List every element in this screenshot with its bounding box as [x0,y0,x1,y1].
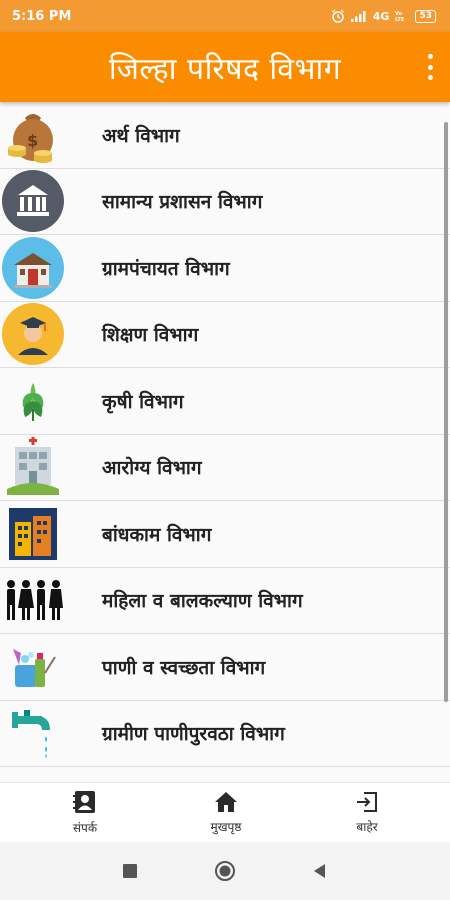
cleaning-supplies-icon [0,634,66,700]
hospital-icon [0,434,66,500]
list-item-water-sanitation[interactable]: पाणी व स्वच्छता विभाग [0,634,450,701]
svg-text:LTE: LTE [395,17,405,22]
list-item-health[interactable]: आरोग्य विभाग [0,434,450,501]
battery-indicator: 53 [415,9,436,23]
alarm-icon [331,9,344,23]
list-scrollbar[interactable] [444,122,448,702]
list-item-label: ग्रामीण पाणीपुरवठा विभाग [102,723,285,746]
list-item-gram-panchayat[interactable]: ग्रामपंचायत विभाग [0,235,450,302]
list-item-label: पाणी व स्वच्छता विभाग [102,656,266,679]
list-item-rural-water-supply[interactable]: ग्रामीण पाणीपुरवठा विभाग [0,700,450,767]
list-item-finance[interactable]: $ अर्थ विभाग [0,102,450,169]
bottom-navigation: संपर्क मुखपृष्ठ बाहेर [0,782,450,842]
list-item-general-administration[interactable]: सामान्य प्रशासन विभाग [0,168,450,235]
buildings-icon [0,501,66,567]
list-item-label: शिक्षण विभाग [102,324,199,347]
overflow-menu-icon[interactable] [424,54,436,80]
contact-card-icon [73,791,95,813]
status-icons: 4G Vo LTE 53 [331,9,436,23]
volte-icon: Vo LTE [395,11,405,22]
back-icon[interactable] [312,863,328,879]
list-item-label: आरोग्य विभाग [102,457,202,480]
nav-home-label: मुखपृष्ठ [210,820,242,834]
nav-contact-button[interactable]: संपर्क [40,783,130,842]
water-tap-icon [0,700,66,766]
nav-contact-label: संपर्क [72,821,98,835]
list-item-label: सामान्य प्रशासन विभाग [102,191,263,214]
page-title: जिल्हा परिषद विभाग [108,51,342,87]
signal-icon [350,11,366,22]
app-bar: जिल्हा परिषद विभाग [0,32,450,102]
list-item-women-child-welfare[interactable]: महिला व बालकल्याण विभाग [0,567,450,634]
status-time: 5:16 PM [12,8,72,24]
bank-building-icon [0,168,66,234]
status-bar: 5:16 PM 4G Vo LTE 53 [0,0,450,32]
list-item-agriculture[interactable]: कृषी विभाग [0,368,450,435]
list-item-label: बांधकाम विभाग [102,523,212,546]
plant-icon [0,368,66,434]
svg-text:$: $ [27,131,38,150]
exit-icon [357,792,377,812]
list-item-partial[interactable] [0,767,450,782]
village-office-icon [0,235,66,301]
department-list[interactable]: $ अर्थ विभाग सामान्य प्रशासन विभाग ग्राम… [0,102,450,782]
recent-apps-icon[interactable] [122,863,138,879]
home-circle-icon[interactable] [214,860,236,882]
list-item-label: ग्रामपंचायत विभाग [102,257,230,280]
home-icon [215,792,237,812]
nav-exit-label: बाहेर [356,820,378,834]
nav-exit-button[interactable]: बाहेर [322,783,412,842]
list-item-construction[interactable]: बांधकाम विभाग [0,501,450,568]
network-type: 4G [372,9,390,23]
list-item-label: महिला व बालकल्याण विभाग [102,590,303,613]
system-navigation-bar [0,842,450,900]
list-item-education[interactable]: शिक्षण विभाग [0,301,450,368]
family-icon [0,567,66,633]
list-item-label: कृषी विभाग [102,390,184,413]
partial-icon [0,767,66,782]
money-bag-icon: $ [0,102,66,168]
list-item-label: अर्थ विभाग [102,124,180,147]
graduate-icon [0,301,66,367]
nav-home-button[interactable]: मुखपृष्ठ [181,783,271,842]
